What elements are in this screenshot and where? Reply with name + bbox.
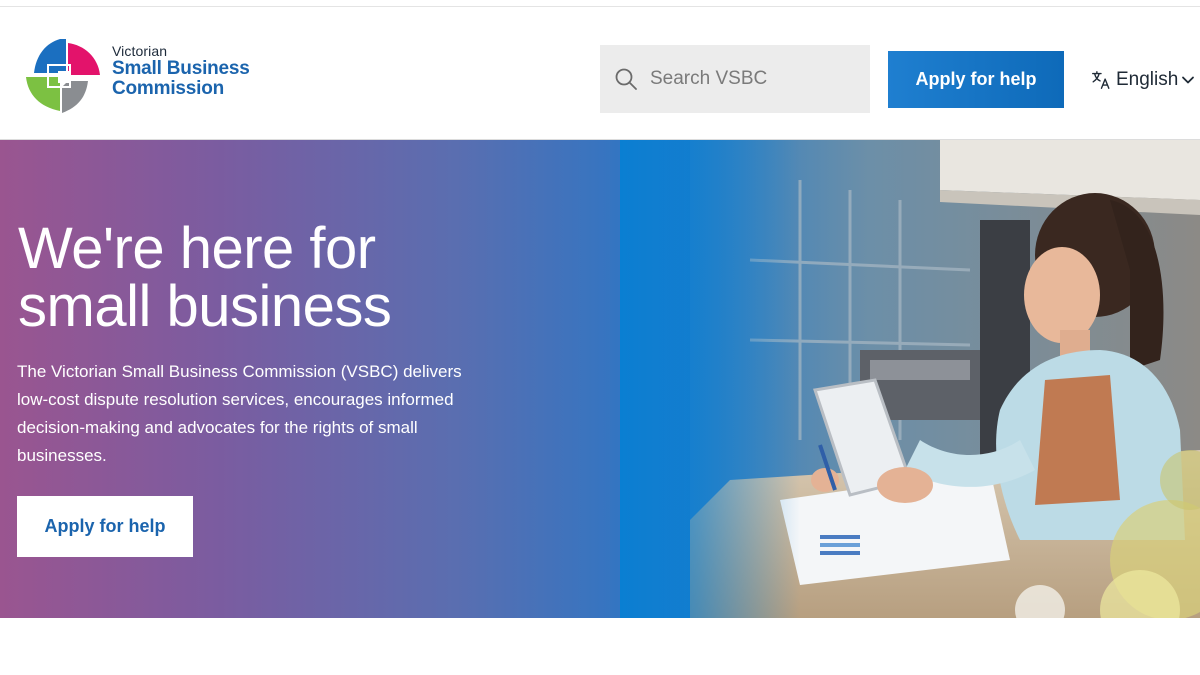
hero-apply-for-help-button[interactable]: Apply for help <box>17 496 193 557</box>
site-header: Victorian Small Business Commission Appl… <box>0 7 1200 139</box>
hero-title-line-2: small business <box>18 274 392 339</box>
logo-line-small-business: Small Business <box>112 58 250 79</box>
search-box[interactable] <box>600 45 870 113</box>
translate-icon <box>1092 71 1110 89</box>
hero-title-line-1: We're here for <box>18 216 376 281</box>
apply-for-help-button[interactable]: Apply for help <box>888 51 1064 108</box>
vsbc-logo-icon <box>26 39 100 113</box>
chevron-down-icon <box>1182 76 1195 84</box>
language-label: English <box>1116 69 1179 90</box>
language-selector[interactable]: English <box>1090 65 1200 95</box>
logo-line-victorian: Victorian <box>112 43 168 59</box>
hero-gradient-fade <box>620 140 800 618</box>
logo-line-commission: Commission <box>112 78 225 99</box>
vsbc-logo-link[interactable]: Victorian Small Business Commission <box>22 35 262 119</box>
hero-description: The Victorian Small Business Commission … <box>17 362 462 465</box>
search-input[interactable] <box>648 67 862 91</box>
hero-title: We're here for small business <box>18 220 578 336</box>
search-icon <box>615 68 637 90</box>
hero-banner: We're here for small business The Victor… <box>0 140 1200 618</box>
